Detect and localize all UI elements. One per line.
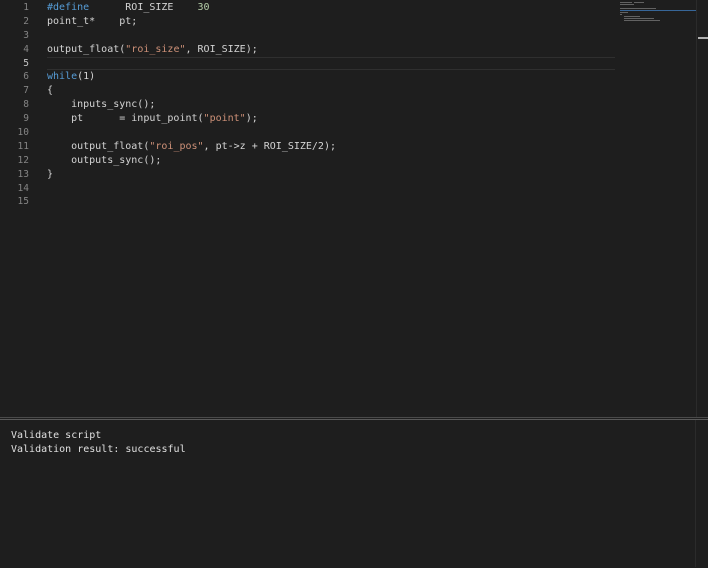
code-line[interactable]: point_t* pt;: [47, 15, 615, 29]
line-number: 12: [17, 154, 29, 166]
code-token: while: [47, 71, 78, 83]
code-token: output_float(: [47, 140, 150, 152]
code-editor[interactable]: 1 2 3 4 5 6 7 8 9 10 11 12 13 14 15 #define ROI_SIZE 3…: [0, 0, 708, 418]
code-token: , pt->z + ROI_SIZE/2);: [203, 140, 336, 152]
line-number: 6: [23, 71, 29, 83]
line-number: 2: [23, 15, 29, 27]
code-line[interactable]: pt = input_point("point");: [47, 112, 615, 126]
code-token: "point": [203, 113, 246, 125]
code-token: point_t* pt;: [47, 15, 138, 27]
line-number: 10: [17, 127, 29, 139]
code-line[interactable]: outputs_sync();: [47, 154, 615, 168]
line-number: 14: [17, 182, 29, 194]
line-number: 4: [23, 43, 29, 55]
code-token: inputs_sync();: [47, 99, 156, 111]
editor-scrollbar[interactable]: [696, 0, 708, 417]
script-editor-window: 1 2 3 4 5 6 7 8 9 10 11 12 13 14 15 #define ROI_SIZE 3…: [0, 0, 708, 568]
output-log: Validate script Validation result: succes…: [11, 429, 697, 457]
code-line[interactable]: [47, 57, 615, 71]
line-number-gutter: 1 2 3 4 5 6 7 8 9 10 11 12 13 14 15: [0, 1, 30, 209]
code-line[interactable]: output_float("roi_size", ROI_SIZE);: [47, 43, 615, 57]
code-line[interactable]: [47, 29, 615, 43]
code-line[interactable]: #define ROI_SIZE 30: [47, 1, 615, 15]
output-panel: Validate script Validation result: succes…: [0, 419, 708, 568]
line-number: 11: [17, 140, 29, 152]
code-token: ROI_SIZE: [89, 2, 198, 13]
line-number: 7: [23, 85, 29, 97]
code-line[interactable]: [47, 126, 615, 140]
code-token: #define: [47, 2, 90, 13]
code-token: );: [245, 113, 258, 125]
code-token: output_float(: [47, 43, 126, 55]
line-number: 5: [23, 57, 29, 69]
code-token: {: [47, 85, 54, 97]
code-token: pt = input_point(: [47, 113, 204, 125]
code-token: "roi_size": [125, 43, 186, 55]
code-token: outputs_sync();: [47, 154, 162, 166]
code-token: (1): [77, 71, 96, 83]
output-scrollbar[interactable]: [695, 420, 708, 567]
code-token: , ROI_SIZE);: [185, 43, 258, 55]
code-token: 30: [197, 2, 210, 13]
line-number: 9: [23, 113, 29, 125]
code-line[interactable]: {: [47, 84, 615, 98]
output-line: Validate script: [11, 430, 102, 441]
code-line[interactable]: output_float("roi_pos", pt->z + ROI_SIZE…: [47, 140, 615, 154]
output-line: Validation result: successful: [11, 444, 186, 455]
line-number: 15: [17, 196, 29, 208]
code-line[interactable]: while(1): [47, 70, 615, 84]
code-token: "roi_pos": [149, 140, 204, 152]
line-number: 13: [17, 168, 29, 180]
code-line[interactable]: inputs_sync();: [47, 98, 615, 112]
cursor-position-marker: [698, 37, 708, 39]
minimap[interactable]: [620, 2, 696, 22]
line-number: 3: [23, 29, 29, 41]
code-area[interactable]: #define ROI_SIZE 30 point_t* pt; output_f…: [47, 1, 615, 209]
code-line[interactable]: }: [47, 168, 615, 182]
code-line[interactable]: [47, 195, 615, 209]
line-number: 1: [23, 2, 29, 13]
line-number: 8: [23, 99, 29, 111]
code-line[interactable]: [47, 182, 615, 196]
code-token: }: [47, 168, 54, 180]
